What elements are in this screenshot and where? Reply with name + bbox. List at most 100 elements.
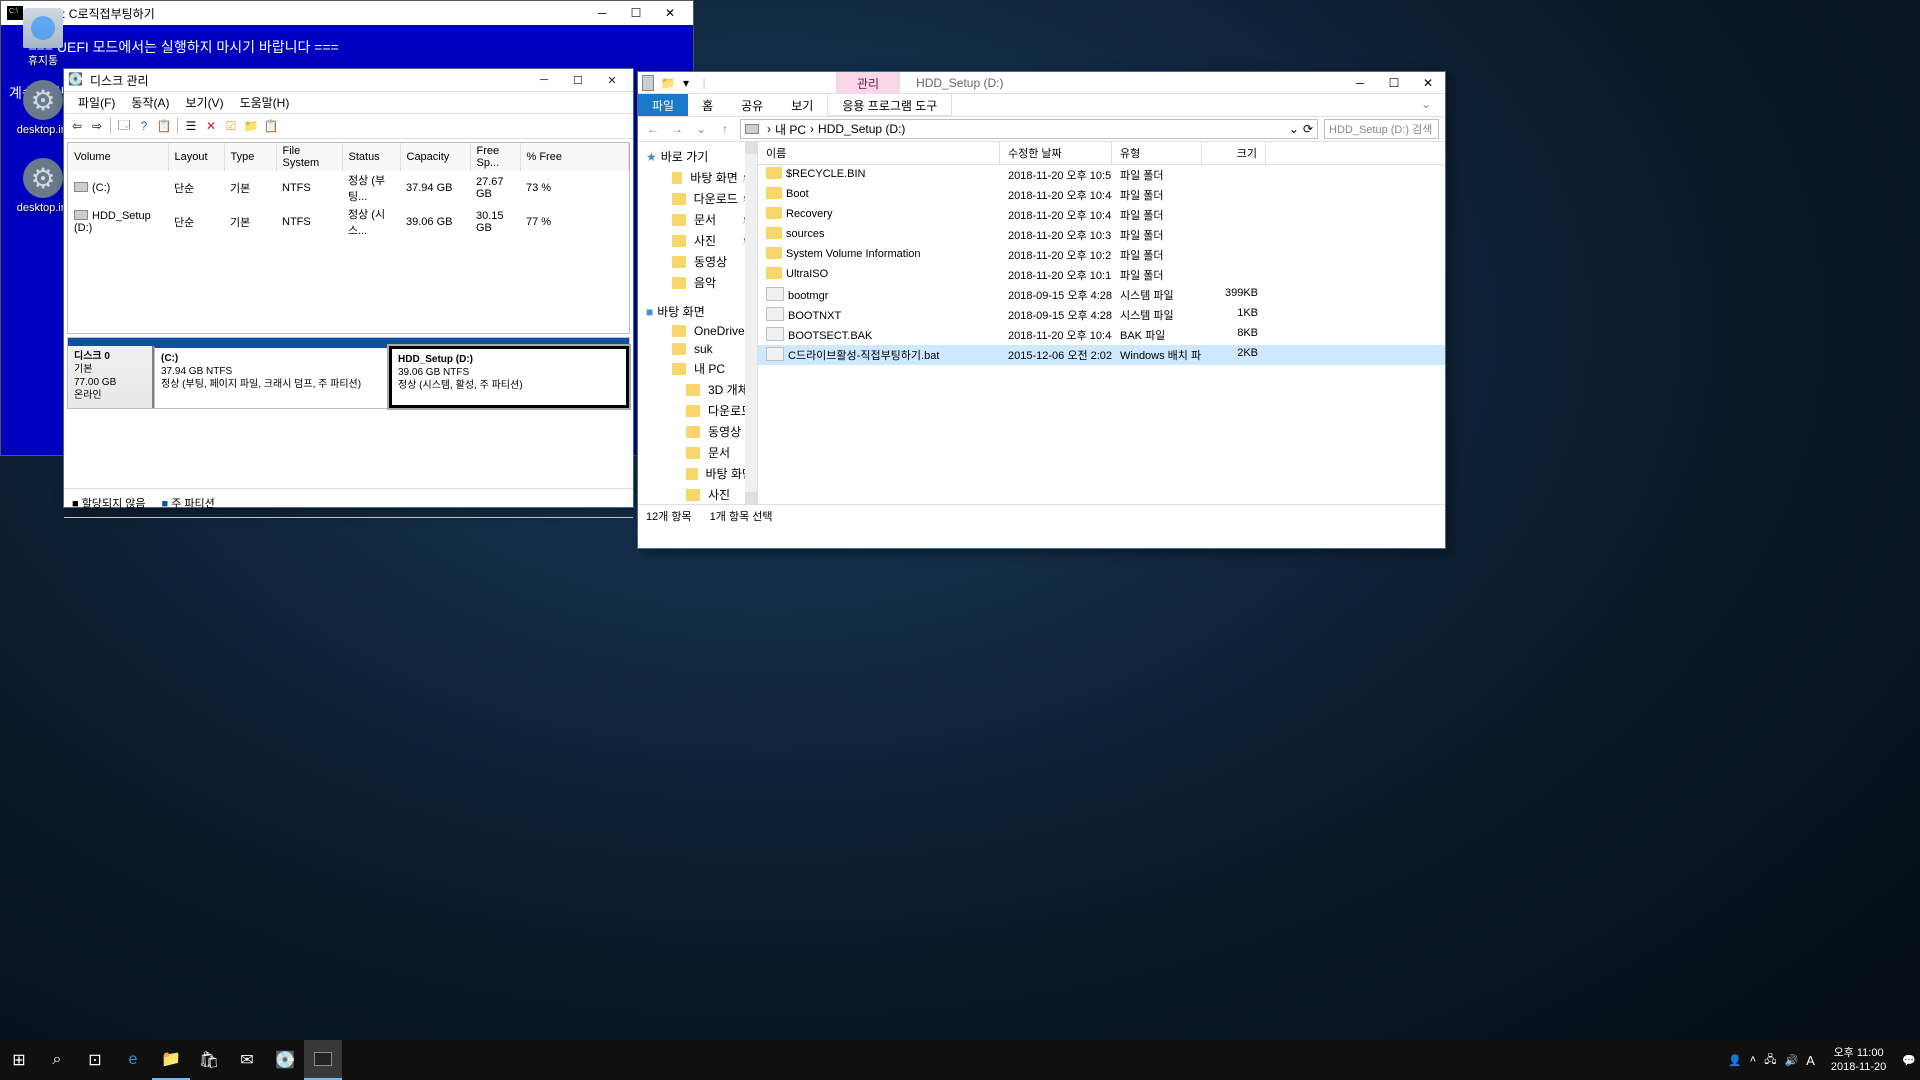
breadcrumb[interactable]: HDD_Setup (D:): [818, 122, 905, 136]
tree-item[interactable]: 동영상: [638, 251, 757, 272]
file-list[interactable]: 이름 수정한 날짜 유형 크기 $RECYCLE.BIN2018-11-20 오…: [758, 142, 1445, 504]
breadcrumb-root[interactable]: ›: [767, 122, 771, 136]
help-icon[interactable]: ?: [135, 117, 153, 135]
tray-notification-icon[interactable]: 💬: [1902, 1054, 1916, 1067]
col-pct[interactable]: % Free: [520, 143, 629, 171]
file-row[interactable]: bootmgr2018-09-15 오후 4:28시스템 파일399KB: [758, 285, 1445, 305]
menu-view[interactable]: 보기(V): [177, 92, 231, 113]
mail-button[interactable]: ✉: [228, 1040, 266, 1080]
nav-recent-icon[interactable]: ⌄: [692, 122, 710, 136]
close-button[interactable]: ✕: [653, 6, 687, 20]
tree-item[interactable]: OneDrive: [638, 322, 757, 340]
props-icon[interactable]: 📋: [155, 117, 173, 135]
tray-network-icon[interactable]: 🖧: [1764, 1051, 1776, 1070]
col-name[interactable]: 이름: [758, 142, 1000, 164]
ribbon-expand-icon[interactable]: ⌄: [1407, 94, 1445, 116]
tree-item[interactable]: 음악: [638, 272, 757, 293]
tree-item[interactable]: suk: [638, 340, 757, 358]
ribbon-home[interactable]: 홈: [688, 94, 727, 116]
file-row[interactable]: sources2018-11-20 오후 10:31파일 폴더: [758, 225, 1445, 245]
back-icon[interactable]: ⇦: [68, 117, 86, 135]
minimize-button[interactable]: ─: [1343, 76, 1377, 90]
file-row[interactable]: Recovery2018-11-20 오후 10:45파일 폴더: [758, 205, 1445, 225]
search-button[interactable]: ⌕: [38, 1040, 76, 1080]
diskmgmt-button[interactable]: 💽: [266, 1040, 304, 1080]
file-row[interactable]: System Volume Information2018-11-20 오후 1…: [758, 245, 1445, 265]
ribbon-share[interactable]: 공유: [727, 94, 777, 116]
qat-dropdown-icon[interactable]: ▾: [678, 75, 694, 91]
forward-icon[interactable]: ⇨: [88, 117, 106, 135]
address-bar[interactable]: › 내 PC › HDD_Setup (D:) ⌄ ⟳: [740, 119, 1318, 139]
action-icon[interactable]: ☰: [182, 117, 200, 135]
ex-titlebar[interactable]: 📁 ▾ | 관리 HDD_Setup (D:) ─ ☐ ✕: [638, 72, 1445, 94]
tray-ime[interactable]: A: [1806, 1053, 1815, 1068]
refresh-icon[interactable]: 🗔: [115, 117, 133, 135]
context-tab-manage[interactable]: 관리: [836, 72, 900, 94]
tree-item[interactable]: 사진: [638, 484, 757, 504]
partition-d[interactable]: HDD_Setup (D:) 39.06 GB NTFS 정상 (시스템, 활성…: [389, 346, 629, 408]
menu-action[interactable]: 동작(A): [123, 92, 177, 113]
col-type[interactable]: 유형: [1112, 142, 1202, 164]
col-volume[interactable]: Volume: [68, 143, 168, 171]
tree-item[interactable]: 문서 📌: [638, 209, 757, 230]
tree-item[interactable]: ■ 바탕 화면: [638, 301, 757, 322]
tree-item[interactable]: 3D 개체: [638, 379, 757, 400]
col-size[interactable]: 크기: [1202, 142, 1266, 164]
col-capacity[interactable]: Capacity: [400, 143, 470, 171]
check-icon[interactable]: ☑: [222, 117, 240, 135]
menu-help[interactable]: 도움말(H): [232, 92, 298, 113]
maximize-button[interactable]: ☐: [1377, 76, 1411, 90]
volume-row[interactable]: (C:) 단순기본 NTFS정상 (부팅... 37.94 GB27.67 GB…: [68, 171, 629, 205]
qat-folder-icon[interactable]: 📁: [660, 75, 676, 91]
tree-item[interactable]: 다운로드: [638, 400, 757, 421]
list-icon[interactable]: 📋: [262, 117, 280, 135]
col-date[interactable]: 수정한 날짜: [1000, 142, 1112, 164]
cmd-button[interactable]: [304, 1040, 342, 1080]
new-icon[interactable]: 📁: [242, 117, 260, 135]
maximize-button[interactable]: ☐: [619, 6, 653, 20]
store-button[interactable]: 🛍: [190, 1040, 228, 1080]
nav-up-icon[interactable]: ↑: [716, 122, 734, 136]
partition-c[interactable]: (C:) 37.94 GB NTFS 정상 (부팅, 페이지 파일, 크래시 덤…: [154, 346, 389, 408]
file-row[interactable]: C드라이브활성-직접부팅하기.bat2015-12-06 오전 2:02Wind…: [758, 345, 1445, 365]
col-status[interactable]: Status: [342, 143, 400, 171]
col-layout[interactable]: Layout: [168, 143, 224, 171]
edge-button[interactable]: e: [114, 1040, 152, 1080]
dm-titlebar[interactable]: 💽 디스크 관리 ─ ☐ ✕: [64, 69, 633, 91]
tray-chevron-icon[interactable]: ˄: [1750, 1054, 1756, 1066]
task-view-button[interactable]: ⊡: [76, 1040, 114, 1080]
addr-dropdown-icon[interactable]: ⌄: [1289, 122, 1299, 136]
qat-drive-icon[interactable]: [642, 75, 658, 91]
tree-item[interactable]: 문서: [638, 442, 757, 463]
file-row[interactable]: $RECYCLE.BIN2018-11-20 오후 10:59파일 폴더: [758, 165, 1445, 185]
maximize-button[interactable]: ☐: [561, 70, 595, 90]
col-fs[interactable]: File System: [276, 143, 342, 171]
explorer-button[interactable]: 📁: [152, 1040, 190, 1080]
addr-refresh-icon[interactable]: ⟳: [1303, 122, 1313, 136]
tree-item[interactable]: 바탕 화면: [638, 463, 757, 484]
dm-volume-list[interactable]: Volume Layout Type File System Status Ca…: [67, 142, 630, 334]
nav-back-icon[interactable]: ←: [644, 122, 662, 136]
tree-item[interactable]: ★ 바로 가기: [638, 146, 757, 167]
volume-row[interactable]: HDD_Setup (D:) 단순기본 NTFS정상 (시스... 39.06 …: [68, 205, 629, 239]
tree-item[interactable]: 다운로드 📌: [638, 188, 757, 209]
file-row[interactable]: Boot2018-11-20 오후 10:44파일 폴더: [758, 185, 1445, 205]
tree-scrollbar[interactable]: [745, 142, 757, 504]
col-type[interactable]: Type: [224, 143, 276, 171]
menu-file[interactable]: 파일(F): [70, 92, 123, 113]
col-free[interactable]: Free Sp...: [470, 143, 520, 171]
nav-tree[interactable]: ★ 바로 가기바탕 화면 📌다운로드 📌문서 📌사진 📌동영상음악■ 바탕 화면…: [638, 142, 758, 504]
close-button[interactable]: ✕: [1411, 76, 1445, 90]
ribbon-view[interactable]: 보기: [777, 94, 827, 116]
taskbar-clock[interactable]: 오후 11:00 2018-11-20: [1823, 1046, 1894, 1075]
search-input[interactable]: HDD_Setup (D:) 검색: [1324, 119, 1439, 139]
file-row[interactable]: UltraISO2018-11-20 오후 10:12파일 폴더: [758, 265, 1445, 285]
cmd-titlebar[interactable]: 관리자: C로직접부팅하기 ─ ☐ ✕: [1, 1, 693, 25]
file-row[interactable]: BOOTSECT.BAK2018-11-20 오후 10:44BAK 파일8KB: [758, 325, 1445, 345]
minimize-button[interactable]: ─: [527, 70, 561, 90]
tree-item[interactable]: 바탕 화면 📌: [638, 167, 757, 188]
ribbon-apptools[interactable]: 응용 프로그램 도구: [827, 94, 952, 116]
start-button[interactable]: ⊞: [0, 1040, 38, 1080]
tray-people-icon[interactable]: 👤: [1728, 1054, 1742, 1067]
file-row[interactable]: BOOTNXT2018-09-15 오후 4:28시스템 파일1KB: [758, 305, 1445, 325]
